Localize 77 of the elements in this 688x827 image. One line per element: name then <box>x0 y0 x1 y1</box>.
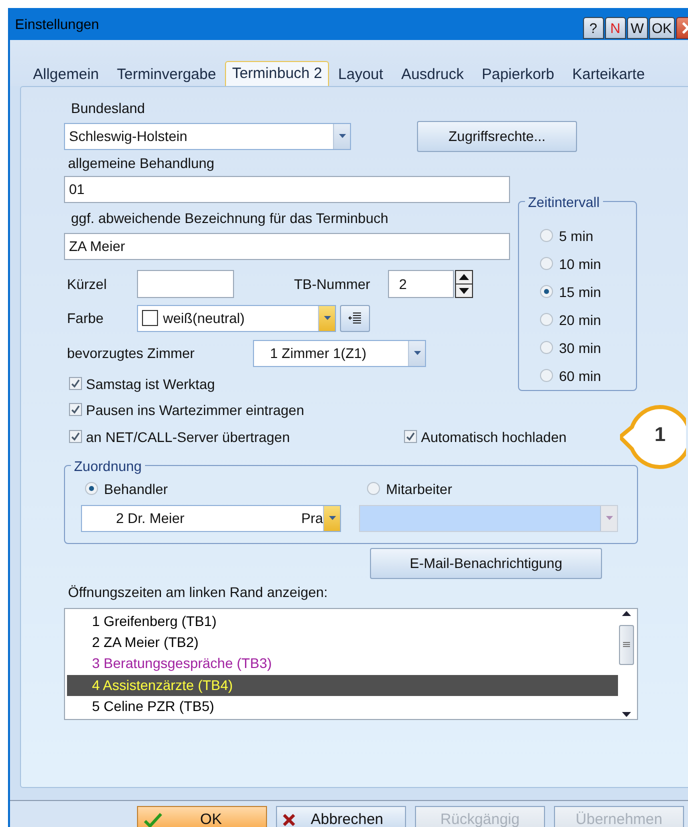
email-notification-button[interactable]: E-Mail-Benachrichtigung <box>370 548 602 579</box>
tab[interactable]: Terminvergabe <box>108 62 226 86</box>
field-label: Kürzel <box>67 274 108 293</box>
tab[interactable]: Karteikarte <box>563 62 654 86</box>
tab[interactable]: Layout <box>329 62 392 86</box>
field-label: allgemeine Behandlung <box>68 154 216 172</box>
checkbox[interactable]: an NET/CALL-Server übertragen <box>69 428 404 446</box>
radio-button[interactable]: 15 min <box>540 282 636 301</box>
checkmark-icon <box>71 405 80 414</box>
checkbox[interactable]: Pausen ins Wartezimmer eintragen <box>69 400 518 419</box>
tab[interactable]: Papierkorb <box>472 62 564 86</box>
checkbox[interactable]: Samstag ist Werktag <box>69 374 518 393</box>
dropdown-arrow-icon <box>414 351 420 356</box>
select-text: Pra <box>301 510 323 526</box>
checkmark-icon <box>71 432 80 442</box>
list-box[interactable]: 1 Greifenberg (TB1) 2 ZA Meier (TB2) 3 Beratungsgespräche (TB3) 4 Assistenzärzte (TB4) 5 Celine PZR (TB5) <box>64 608 638 720</box>
field-label: bevorzugtes Zimmer <box>67 344 196 362</box>
practitioner-select[interactable]: 2 Dr. Meier Pra <box>81 504 341 532</box>
number-field[interactable]: 2 <box>388 270 454 298</box>
radio-button[interactable]: 5 min <box>540 226 636 245</box>
dropdown-arrow-icon <box>338 134 346 138</box>
tab[interactable]: Ausdruck <box>392 62 473 86</box>
callout-number: 1 <box>653 424 667 447</box>
state-select[interactable]: Schleswig-Holstein <box>64 122 351 150</box>
title-bar-button[interactable]: W <box>626 16 648 39</box>
radio-button[interactable]: 20 min <box>540 310 636 329</box>
radio-button[interactable]: Mitarbeiter <box>367 480 452 498</box>
access-rights-button[interactable]: Zugriffsrechte... <box>417 120 577 152</box>
checkmark-icon <box>71 379 80 388</box>
list-item[interactable]: 4 Assistenzärzte (TB4) <box>67 674 618 696</box>
scroll-down-icon <box>622 712 631 717</box>
radio-button[interactable]: Behandler <box>85 480 367 498</box>
group-title: Zuordnung <box>73 458 143 474</box>
dropdown-arrow-icon <box>606 516 612 520</box>
list-icon <box>348 312 362 324</box>
group-title: Zeitintervall <box>527 194 601 210</box>
dialog-button[interactable]: OK <box>137 806 267 827</box>
title-bar-button[interactable]: ? <box>582 16 604 39</box>
checkmark-icon <box>406 432 415 442</box>
tab[interactable]: Terminbuch 2 <box>225 60 330 87</box>
list-label: Öffnungszeiten am linken Rand anzeigen: <box>68 582 329 601</box>
list-item[interactable]: 3 Beratungsgespräche (TB3) <box>67 653 618 675</box>
field-label: TB-Nummer <box>294 274 372 293</box>
radio-button[interactable]: 30 min <box>540 338 636 357</box>
close-icon <box>283 814 295 826</box>
room-select[interactable]: 1 Zimmer 1(Z1) <box>253 340 426 367</box>
field-label: ggf. abweichende Bezeichnung für das Terminbuch <box>71 208 390 227</box>
title-bar-button[interactable]: OK <box>648 16 675 39</box>
item-text: 2 ZA Meier (TB2) <box>92 634 199 650</box>
field-label: Bundesland <box>71 98 146 117</box>
checkbox[interactable]: Automatisch hochladen <box>404 428 567 446</box>
list-button[interactable] <box>340 304 370 332</box>
checkmark-icon <box>144 812 162 826</box>
color-swatch-icon <box>142 310 158 326</box>
tab[interactable]: Allgemein <box>24 62 108 86</box>
input-field[interactable] <box>137 270 234 298</box>
input-field[interactable]: 01 <box>64 176 510 203</box>
list-item[interactable]: 1 Greifenberg (TB1) <box>67 610 618 632</box>
radio-button[interactable]: 10 min <box>540 254 636 273</box>
radio-button[interactable]: 60 min <box>540 366 636 385</box>
color-select[interactable]: weiß(neutral) <box>137 304 336 332</box>
item-text: 5 Celine PZR (TB5) <box>92 698 214 714</box>
window-title: Einstellungen <box>15 16 100 32</box>
dialog-button[interactable]: Abbrechen <box>276 806 406 827</box>
field-label: Farbe <box>67 309 105 328</box>
list-item[interactable]: 5 Celine PZR (TB5) <box>67 696 618 717</box>
dropdown-arrow-icon <box>324 316 330 320</box>
input-field[interactable]: ZA Meier <box>64 232 510 260</box>
item-text: 4 Assistenzärzte (TB4) <box>92 676 233 693</box>
spin-buttons-icon <box>455 270 473 298</box>
scroll-up-icon <box>622 610 631 616</box>
dropdown-arrow-icon <box>328 516 336 520</box>
item-text: 3 Beratungsgespräche (TB3) <box>92 655 272 672</box>
item-text: 1 Greifenberg (TB1) <box>92 612 216 629</box>
list-item[interactable]: 2 ZA Meier (TB2) <box>67 632 618 654</box>
scrollbar[interactable] <box>618 610 635 717</box>
grip-icon <box>623 642 630 648</box>
